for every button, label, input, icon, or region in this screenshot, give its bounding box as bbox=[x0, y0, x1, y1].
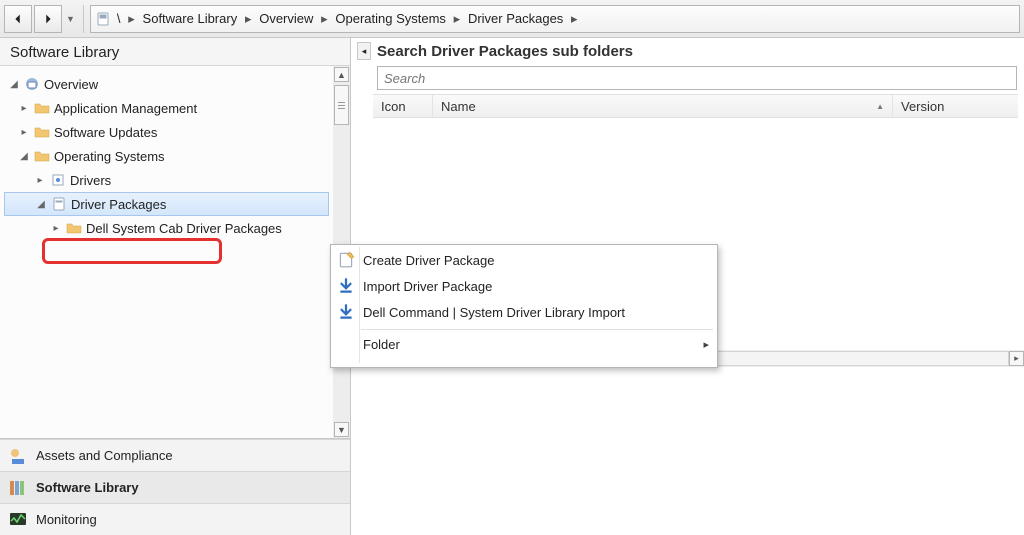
collapse-icon[interactable]: ◢ bbox=[8, 78, 20, 90]
ctx-folder-submenu[interactable]: Folder bbox=[331, 331, 717, 357]
tree-item-dell-cab[interactable]: ▸ Dell System Cab Driver Packages bbox=[4, 216, 329, 240]
chevron-right-icon[interactable]: ▸ bbox=[569, 11, 579, 27]
wunderbar: Assets and Compliance Software Library M… bbox=[0, 439, 350, 535]
scroll-right-icon[interactable]: ▸ bbox=[1009, 351, 1024, 366]
tree-item-operating-systems[interactable]: ◢ Operating Systems bbox=[4, 144, 329, 168]
wunderbar-label: Monitoring bbox=[36, 512, 97, 527]
ctx-import-driver-package[interactable]: Import Driver Package bbox=[331, 273, 717, 299]
collapse-icon[interactable]: ◢ bbox=[35, 198, 47, 210]
column-label: Version bbox=[901, 99, 944, 114]
wunderbar-assets-compliance[interactable]: Assets and Compliance bbox=[0, 439, 350, 471]
expand-icon[interactable]: ▸ bbox=[50, 222, 62, 234]
context-menu[interactable]: Create Driver Package Import Driver Pack… bbox=[330, 244, 718, 368]
collapse-icon[interactable]: ◢ bbox=[18, 150, 30, 162]
nav-separator bbox=[83, 5, 84, 33]
ctx-item-label: Create Driver Package bbox=[363, 253, 495, 268]
wunderbar-software-library[interactable]: Software Library bbox=[0, 471, 350, 503]
column-name[interactable]: Name ▲ bbox=[433, 95, 893, 117]
wunderbar-label: Assets and Compliance bbox=[36, 448, 173, 463]
folder-icon bbox=[34, 148, 50, 164]
collapse-pane-button[interactable]: ◂ bbox=[357, 42, 371, 60]
nav-back-button[interactable] bbox=[4, 5, 32, 33]
monitoring-icon bbox=[8, 510, 28, 530]
column-version[interactable]: Version bbox=[893, 95, 1018, 117]
column-label: Icon bbox=[381, 99, 406, 114]
tree-item-label: Driver Packages bbox=[71, 197, 166, 212]
folder-icon bbox=[34, 100, 50, 116]
folder-icon bbox=[34, 124, 50, 140]
nav-history-dropdown[interactable]: ▼ bbox=[66, 14, 75, 24]
results-title: Search Driver Packages sub folders bbox=[377, 43, 633, 60]
expand-icon[interactable]: ▸ bbox=[18, 102, 30, 114]
navigation-pane-title: Software Library bbox=[0, 38, 350, 66]
nav-forward-button[interactable] bbox=[34, 5, 62, 33]
import-icon bbox=[337, 303, 355, 321]
ctx-dell-command-import[interactable]: Dell Command | System Driver Library Imp… bbox=[331, 299, 717, 325]
library-icon bbox=[8, 478, 28, 498]
tree-item-label: Application Management bbox=[54, 101, 197, 116]
ctx-item-label: Dell Command | System Driver Library Imp… bbox=[363, 305, 625, 320]
tree-item-label: Drivers bbox=[70, 173, 111, 188]
column-icon[interactable]: Icon bbox=[373, 95, 433, 117]
driver-icon bbox=[50, 172, 66, 188]
scroll-up-icon[interactable]: ▲ bbox=[334, 67, 349, 82]
tree-item-software-updates[interactable]: ▸ Software Updates bbox=[4, 120, 329, 144]
wunderbar-monitoring[interactable]: Monitoring bbox=[0, 503, 350, 535]
tree-item-overview[interactable]: ◢ Overview bbox=[4, 72, 329, 96]
tree-item-label: Operating Systems bbox=[54, 149, 165, 164]
search-input[interactable] bbox=[377, 66, 1017, 90]
breadcrumb-driver-packages[interactable]: Driver Packages bbox=[464, 11, 567, 26]
assets-icon bbox=[8, 446, 28, 466]
column-headers[interactable]: Icon Name ▲ Version bbox=[373, 94, 1018, 118]
tree-item-label: Overview bbox=[44, 77, 98, 92]
tree-item-label: Software Updates bbox=[54, 125, 157, 140]
top-toolbar: ▼ \ ▸ Software Library ▸ Overview ▸ Oper… bbox=[0, 0, 1024, 38]
address-root-icon bbox=[95, 11, 111, 27]
context-menu-separator bbox=[361, 329, 713, 330]
chevron-right-icon[interactable]: ▸ bbox=[319, 11, 329, 27]
ctx-create-driver-package[interactable]: Create Driver Package bbox=[331, 247, 717, 273]
nav-tree[interactable]: ◢ Overview ▸ Application Management ▸ So… bbox=[0, 66, 333, 438]
ctx-item-label: Import Driver Package bbox=[363, 279, 492, 294]
overview-icon bbox=[24, 76, 40, 92]
breadcrumb-operating-systems[interactable]: Operating Systems bbox=[331, 11, 450, 26]
expand-icon[interactable]: ▸ bbox=[34, 174, 46, 186]
address-bar[interactable]: \ ▸ Software Library ▸ Overview ▸ Operat… bbox=[90, 5, 1020, 33]
scroll-thumb[interactable] bbox=[334, 85, 349, 125]
column-label: Name bbox=[441, 99, 476, 114]
import-icon bbox=[337, 277, 355, 295]
tree-item-drivers[interactable]: ▸ Drivers bbox=[4, 168, 329, 192]
breadcrumb-overview[interactable]: Overview bbox=[255, 11, 317, 26]
breadcrumb-software-library[interactable]: Software Library bbox=[139, 11, 242, 26]
blank-icon bbox=[337, 335, 355, 353]
ctx-item-label: Folder bbox=[363, 337, 400, 352]
tree-item-label: Dell System Cab Driver Packages bbox=[86, 221, 282, 236]
package-icon bbox=[51, 196, 67, 212]
tree-item-application-management[interactable]: ▸ Application Management bbox=[4, 96, 329, 120]
expand-icon[interactable]: ▸ bbox=[18, 126, 30, 138]
wunderbar-label: Software Library bbox=[36, 480, 139, 495]
scroll-down-icon[interactable]: ▼ bbox=[334, 422, 349, 437]
chevron-right-icon[interactable]: ▸ bbox=[452, 11, 462, 27]
navigation-pane: Software Library ◢ Overview ▸ Applicatio… bbox=[0, 38, 351, 535]
chevron-right-icon[interactable]: ▸ bbox=[127, 11, 137, 27]
sort-indicator-icon: ▲ bbox=[876, 102, 884, 111]
breadcrumb-root-slash[interactable]: \ bbox=[113, 11, 125, 26]
chevron-right-icon[interactable]: ▸ bbox=[243, 11, 253, 27]
tree-item-driver-packages[interactable]: ◢ Driver Packages bbox=[4, 192, 329, 216]
folder-icon bbox=[66, 220, 82, 236]
package-new-icon bbox=[337, 251, 355, 269]
